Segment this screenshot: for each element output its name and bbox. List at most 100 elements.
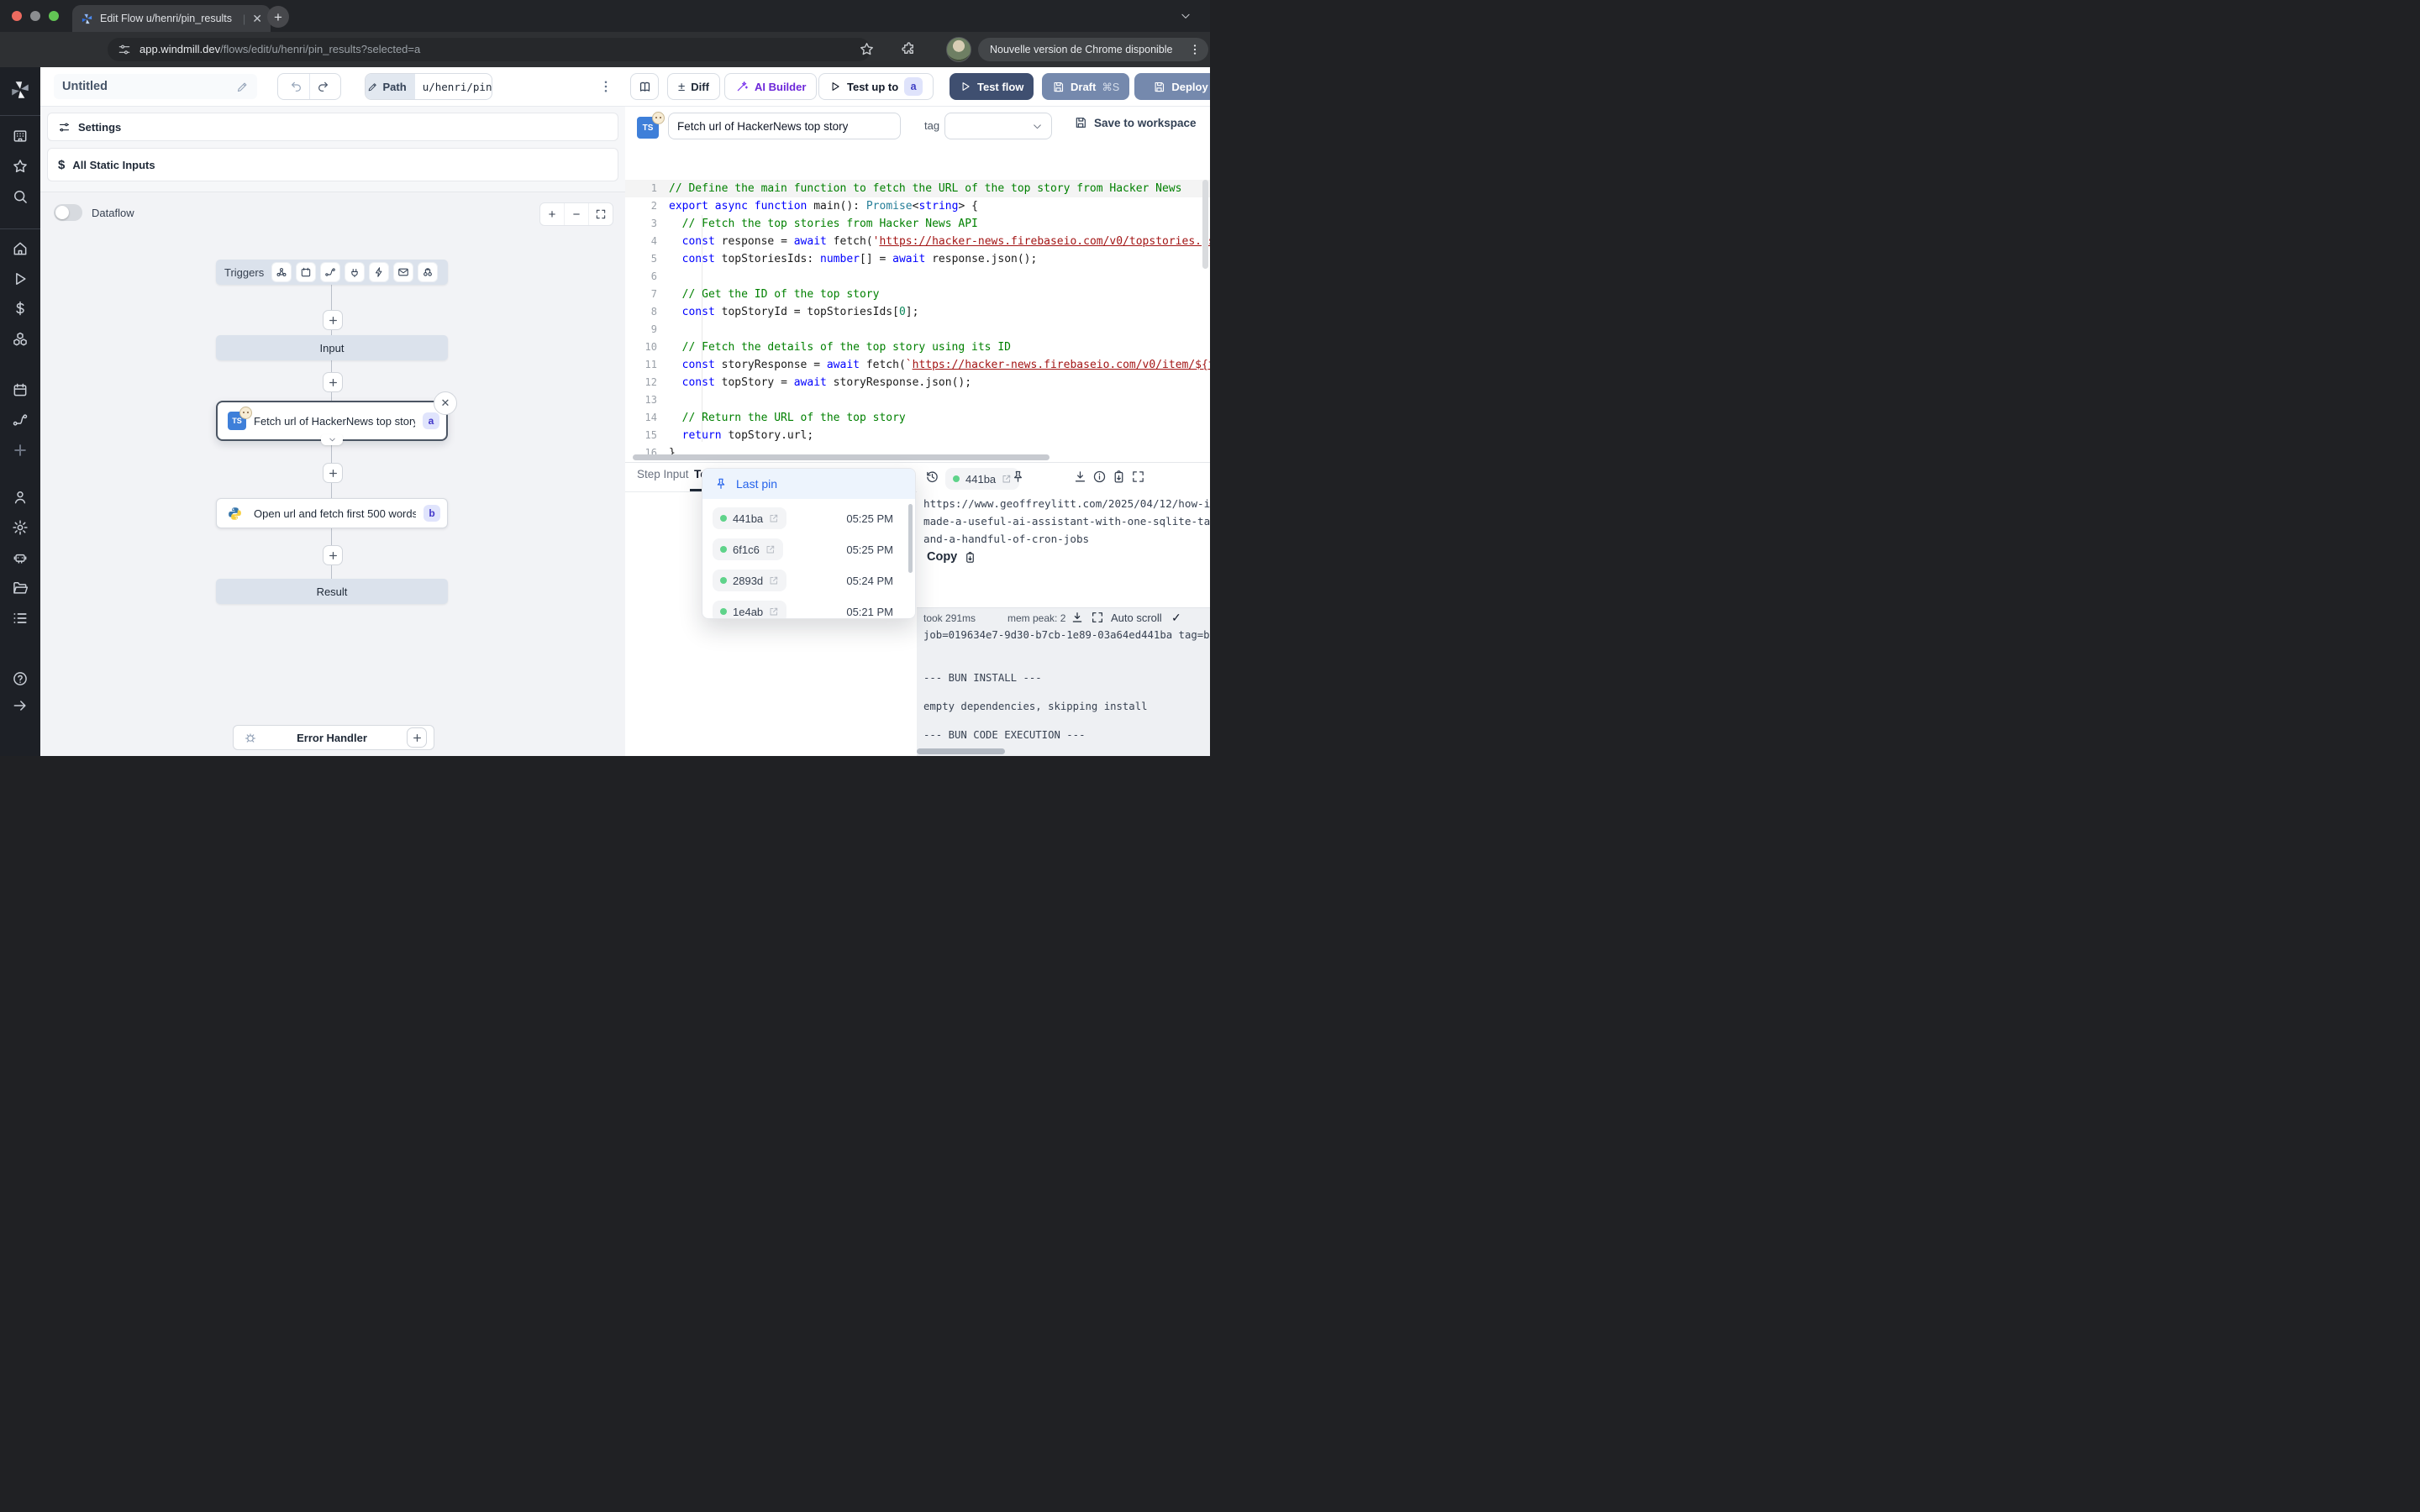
redo-icon[interactable] — [316, 80, 329, 93]
trigger-email-icon[interactable] — [393, 262, 413, 282]
code-line-4[interactable]: 4 const response = await fetch('https://… — [625, 233, 1210, 250]
windmill-logo-icon[interactable] — [9, 79, 31, 101]
sidebar-item-arrow-right-icon[interactable] — [12, 697, 29, 714]
tab-close-icon[interactable]: ✕ — [252, 12, 262, 26]
deploy-button[interactable]: Deploy — [1134, 73, 1210, 100]
step-node-b[interactable]: Open url and fetch first 500 words of ..… — [216, 498, 448, 528]
dropdown-scrollbar[interactable] — [908, 504, 913, 573]
collapse-chevron-icon[interactable] — [321, 434, 343, 445]
code-line-2[interactable]: 2export async function main(): Promise<s… — [625, 197, 1210, 215]
sidebar-item-gear-icon[interactable] — [12, 519, 29, 536]
tab-search-chevron-icon[interactable] — [1180, 10, 1192, 22]
code-editor[interactable]: 1// Define the main function to fetch th… — [625, 178, 1210, 462]
sidebar-item-person-icon[interactable] — [12, 489, 29, 506]
external-link-icon[interactable] — [769, 575, 779, 585]
error-handler-node[interactable]: Error Handler — [233, 725, 434, 750]
trigger-route-icon[interactable] — [320, 262, 340, 282]
sidebar-item-home-icon[interactable] — [12, 240, 29, 257]
chrome-update-chip[interactable]: Nouvelle version de Chrome disponible — [978, 38, 1208, 61]
code-line-3[interactable]: 3 // Fetch the top stories from Hacker N… — [625, 215, 1210, 233]
sidebar-item-help-icon[interactable] — [12, 670, 29, 687]
code-line-7[interactable]: 7 // Get the ID of the top story — [625, 286, 1210, 303]
sidebar-item-dollar-icon[interactable] — [12, 300, 29, 317]
dataflow-toggle[interactable] — [54, 204, 82, 221]
autoscroll-check-icon[interactable]: ✓ — [1171, 611, 1181, 625]
edit-pencil-icon[interactable] — [236, 81, 249, 93]
pin-history-item[interactable]: 6f1c605:25 PM — [713, 538, 893, 561]
code-line-9[interactable]: 9 — [625, 321, 1210, 339]
download-icon[interactable] — [1073, 470, 1087, 484]
code-line-6[interactable]: 6 — [625, 268, 1210, 286]
test-up-to-button[interactable]: Test up to a — [818, 73, 934, 100]
save-to-workspace-button[interactable]: Save to workspace — [1074, 116, 1197, 129]
sidebar-item-plus-icon[interactable] — [12, 442, 29, 459]
undo-icon[interactable] — [290, 80, 303, 93]
sidebar-item-robot-icon[interactable] — [12, 549, 29, 566]
trigger-schedule-icon[interactable] — [296, 262, 316, 282]
step-name-input[interactable]: Fetch url of HackerNews top story — [668, 113, 901, 139]
site-settings-icon[interactable] — [118, 43, 131, 56]
add-error-handler-button[interactable] — [407, 727, 427, 748]
fit-view-icon[interactable] — [589, 203, 613, 225]
pin-history-item[interactable]: 2893d05:24 PM — [713, 569, 893, 592]
draft-button[interactable]: Draft ⌘S — [1042, 73, 1129, 100]
sidebar-item-search-icon[interactable] — [12, 188, 29, 205]
last-pin-option[interactable]: Last pin — [702, 469, 915, 499]
log-download-icon[interactable] — [1071, 611, 1084, 624]
run-id-pill[interactable]: 6f1c6 — [713, 538, 783, 560]
code-line-1[interactable]: 1// Define the main function to fetch th… — [625, 180, 1210, 197]
zoom-out-button[interactable]: − — [565, 203, 589, 225]
result-node[interactable]: Result — [216, 579, 448, 604]
sidebar-item-play-icon[interactable] — [12, 270, 29, 287]
pin-icon[interactable] — [1011, 470, 1025, 484]
docs-button[interactable] — [630, 73, 659, 100]
extensions-puzzle-icon[interactable] — [901, 41, 917, 57]
sidebar-item-calendar-icon[interactable] — [12, 381, 29, 398]
step-node-a[interactable]: TS Fetch url of HackerNews top story a ✕ — [216, 401, 448, 441]
sidebar-item-folder-icon[interactable] — [12, 580, 29, 596]
new-tab-button[interactable]: + — [267, 6, 289, 28]
sidebar-item-kiosk-icon[interactable] — [12, 128, 29, 144]
code-line-15[interactable]: 15 return topStory.url; — [625, 427, 1210, 444]
profile-avatar[interactable] — [946, 37, 971, 62]
bookmark-star-icon[interactable] — [859, 41, 875, 57]
tag-select[interactable] — [944, 113, 1052, 139]
browser-menu-kebab-icon[interactable] — [1188, 43, 1202, 56]
zoom-in-button[interactable]: + — [540, 203, 565, 225]
sidebar-item-star-icon[interactable] — [12, 158, 29, 175]
path-button[interactable]: Path u/henri/pin — [365, 73, 492, 100]
sidebar-item-route-icon[interactable] — [12, 412, 29, 428]
run-id-pill[interactable]: 441ba — [713, 507, 786, 529]
minimize-window-button[interactable] — [30, 11, 40, 21]
triggers-node[interactable]: Triggers — [216, 260, 448, 285]
code-line-11[interactable]: 11 const storyResponse = await fetch(`ht… — [625, 356, 1210, 374]
run-id-pill[interactable]: 441ba — [945, 468, 1019, 490]
log-hscrollbar[interactable] — [917, 748, 1005, 754]
add-step-button[interactable] — [323, 372, 343, 392]
expand-icon[interactable] — [1131, 470, 1145, 484]
all-static-inputs-row[interactable]: $ All Static Inputs — [47, 148, 618, 181]
editor-hscrollbar[interactable] — [633, 454, 1050, 460]
browser-tab[interactable]: Edit Flow u/henri/pin_results | ✕ — [72, 5, 271, 32]
code-line-5[interactable]: 5 const topStoriesIds: number[] = await … — [625, 250, 1210, 268]
clipboard-icon[interactable] — [1112, 470, 1126, 484]
diff-button[interactable]: ± Diff — [667, 73, 720, 100]
url-field[interactable]: app.windmill.dev/flows/edit/u/henri/pin_… — [108, 38, 871, 61]
trigger-webhook-icon[interactable] — [271, 262, 292, 282]
ai-builder-button[interactable]: AI Builder — [724, 73, 817, 100]
remove-step-button[interactable]: ✕ — [434, 391, 457, 415]
input-node[interactable]: Input — [216, 335, 448, 360]
external-link-icon[interactable] — [769, 513, 779, 523]
test-flow-button[interactable]: Test flow — [950, 73, 1034, 100]
flow-name-field[interactable]: Untitled — [54, 74, 257, 99]
log-output[interactable]: job=019634e7-9d30-b7cb-1e89-03a64ed441ba… — [923, 628, 1210, 743]
history-icon[interactable] — [925, 470, 939, 484]
add-step-button[interactable] — [323, 545, 343, 565]
external-link-icon[interactable] — [769, 606, 779, 617]
code-line-8[interactable]: 8 const topStoryId = topStoriesIds[0]; — [625, 303, 1210, 321]
flow-graph-canvas[interactable]: Dataflow + − Triggers Input TS Fetch url… — [40, 192, 625, 756]
trigger-poll-icon[interactable] — [418, 262, 438, 282]
run-id-pill[interactable]: 2893d — [713, 570, 786, 591]
maximize-window-button[interactable] — [49, 11, 59, 21]
trigger-websocket-icon[interactable] — [345, 262, 365, 282]
